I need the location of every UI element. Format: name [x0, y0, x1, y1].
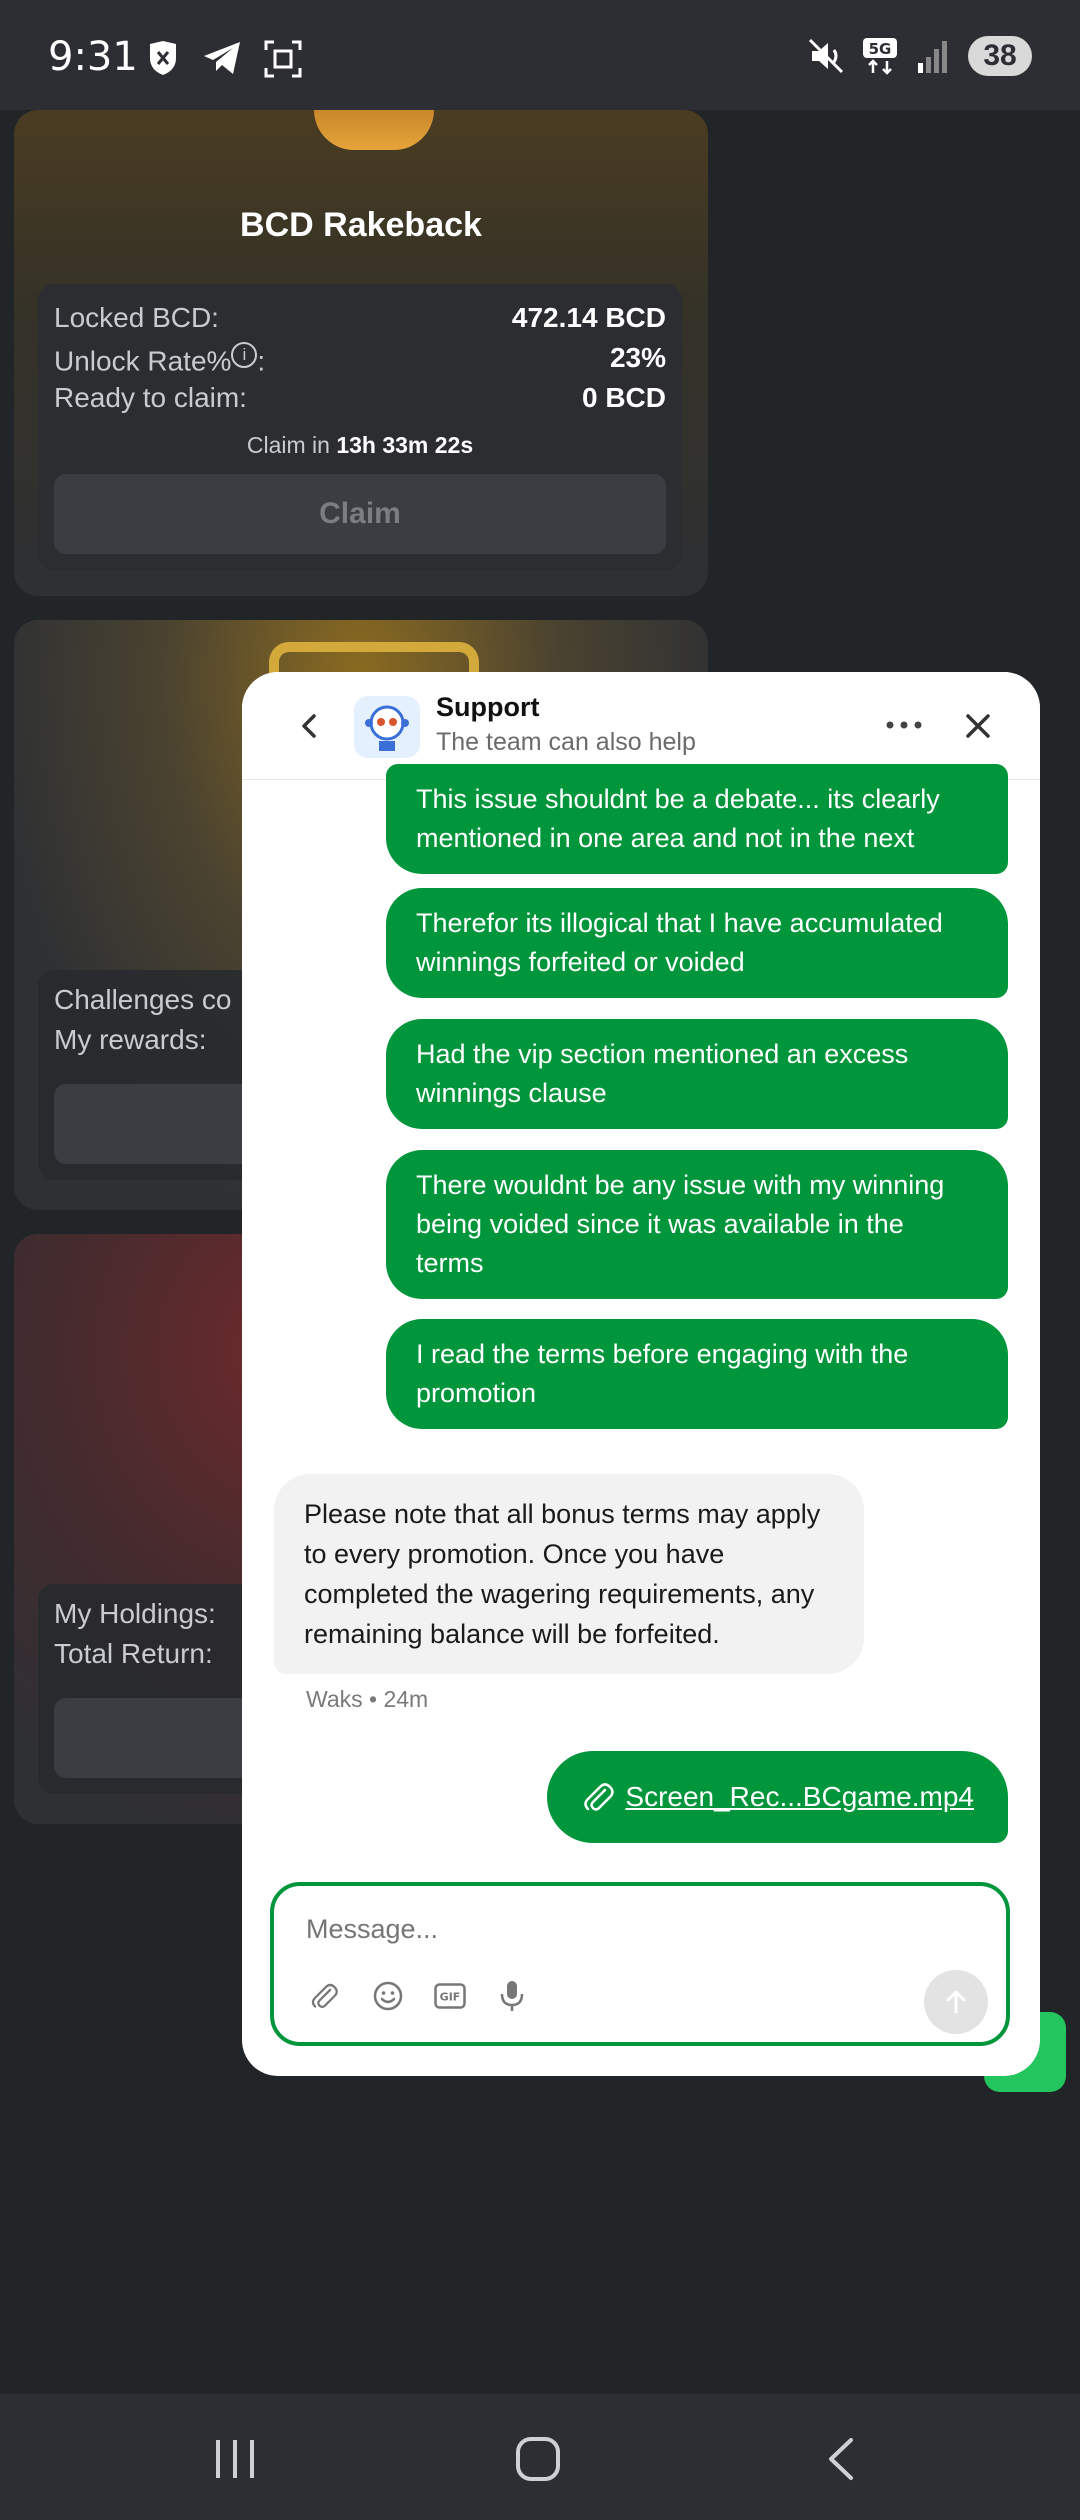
unlock-label-wrap: Unlock Rate% i: [54, 342, 265, 377]
unlock-label: Unlock Rate% [54, 345, 232, 377]
gif-button[interactable]: GIF [430, 1976, 470, 2016]
recent-apps-icon [216, 2440, 254, 2478]
info-icon[interactable]: i [231, 342, 258, 368]
signal-icon [918, 41, 947, 73]
rakeback-card: BCD Rakeback Locked BCD: 472.14 BCD Unlo… [14, 110, 708, 596]
unlock-row: Unlock Rate% i: 23% [54, 342, 666, 377]
gif-icon: GIF [434, 1983, 466, 2009]
back-nav-icon [829, 2438, 853, 2480]
message-out: I read the terms before engaging with th… [386, 1319, 1008, 1429]
emoji-button[interactable] [368, 1976, 408, 2016]
close-icon[interactable] [960, 708, 996, 744]
svg-text:5G: 5G [869, 40, 892, 58]
system-nav-bar [0, 2394, 1080, 2520]
message-in: Please note that all bonus terms may app… [274, 1474, 864, 1674]
message-composer: GIF [270, 1882, 1010, 2046]
svg-text:GIF: GIF [440, 1991, 461, 2004]
support-chat-window: Support The team can also help This issu… [242, 672, 1040, 2076]
shield-icon [150, 41, 176, 75]
chat-subtitle: The team can also help [436, 728, 696, 756]
home-icon [516, 2437, 560, 2481]
battery-indicator: 38 [968, 36, 1032, 76]
attachment-filename[interactable]: Screen_Rec...BCgame.mp4 [625, 1781, 974, 1813]
chat-title: Support [436, 692, 540, 722]
screenshot-icon [264, 40, 302, 78]
paperclip-icon [584, 1783, 615, 1811]
rewards-label: My rewards: [54, 1024, 207, 1055]
claim-in-prefix: Claim in [246, 432, 330, 458]
message-meta: Waks • 24m [306, 1686, 429, 1712]
message-out: This issue shouldnt be a debate... its c… [386, 764, 1008, 874]
recent-apps-button[interactable] [200, 2424, 270, 2494]
locked-row: Locked BCD: 472.14 BCD [54, 302, 666, 334]
emoji-icon [373, 1981, 403, 2011]
attachment-message[interactable]: Screen_Rec...BCgame.mp4 [547, 1751, 1008, 1843]
message-out: There wouldnt be any issue with my winni… [386, 1150, 1008, 1299]
paperclip-icon [311, 1983, 338, 2009]
back-icon[interactable] [292, 708, 328, 744]
rakeback-details: Locked BCD: 472.14 BCD Unlock Rate% i: 23… [38, 284, 682, 570]
ready-row: Ready to claim: 0 BCD [54, 382, 666, 414]
ready-value: 0 BCD [581, 382, 666, 413]
message-input[interactable] [306, 1904, 866, 1954]
locked-value: 472.14 BCD [511, 302, 666, 333]
microphone-icon [500, 1981, 524, 2011]
support-avatar [354, 696, 420, 758]
message-out: Had the vip section mentioned an excess … [386, 1019, 1008, 1129]
send-button[interactable] [924, 1970, 988, 2034]
robot-icon [365, 705, 409, 751]
send-arrow-icon [946, 1990, 966, 2014]
claim-timer: Claim in 13h 33m 22s [38, 432, 682, 459]
status-time: 9:31 [48, 34, 138, 80]
claim-button[interactable]: Claim [54, 474, 666, 554]
more-options-icon[interactable] [882, 710, 926, 740]
status-icons-right: 5G 38 [808, 36, 1032, 76]
holdings-label: My Holdings: [54, 1598, 216, 1629]
rakeback-title: BCD Rakeback [240, 206, 482, 244]
status-bar: 9:31 5G 38 [0, 0, 1080, 110]
unlock-suffix: : [257, 345, 266, 377]
home-button[interactable] [503, 2424, 573, 2494]
return-label: Total Return: [54, 1638, 213, 1669]
back-nav-button[interactable] [806, 2424, 876, 2494]
unlock-value: 23% [609, 342, 666, 373]
message-list[interactable]: This issue shouldnt be a debate... its c… [242, 764, 1040, 1843]
message-out: Therefor its illogical that I have accum… [386, 888, 1008, 998]
piggy-bank-icon [314, 110, 434, 150]
challenges-label: Challenges co [54, 984, 232, 1015]
telegram-icon [204, 42, 240, 74]
attach-button[interactable] [304, 1976, 344, 2016]
5g-icon: 5G [863, 38, 897, 75]
voice-button[interactable] [492, 1976, 532, 2016]
status-icons-left [146, 40, 302, 78]
mute-icon [808, 38, 844, 74]
claim-in-time: 13h 33m 22s [336, 432, 474, 458]
ready-label: Ready to claim: [54, 382, 247, 413]
locked-label: Locked BCD: [54, 302, 219, 333]
